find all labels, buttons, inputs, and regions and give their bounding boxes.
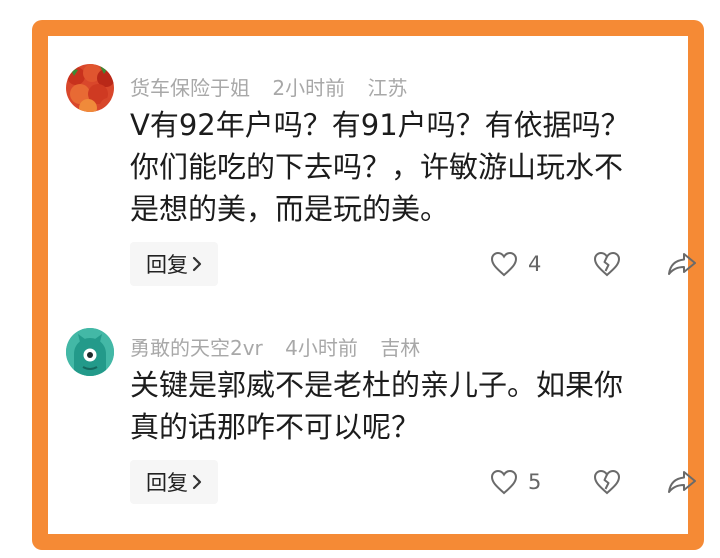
reply-button[interactable]: 回复 (130, 242, 218, 286)
comment-item: 勇敢的天空2vr 4小时前 吉林 关键是郭威不是老杜的亲儿子。如果你 真的话那咋… (64, 314, 696, 544)
comment-item: 货车保险于姐 2小时前 江苏 V有92年户吗？有91户吗？有依据吗？ 你们能吃的… (64, 52, 696, 292)
like-count: 5 (528, 470, 542, 494)
share-button[interactable] (667, 470, 697, 494)
timestamp: 4小时前 (285, 336, 358, 360)
reply-label: 回复 (146, 253, 188, 277)
comment-body-line: 你们能吃的下去吗？，许敏游山玩水不 (130, 150, 624, 184)
comment-meta: 货车保险于姐 2小时前 江苏 (130, 72, 423, 101)
timestamp: 2小时前 (272, 76, 346, 100)
avatar[interactable] (66, 328, 114, 376)
avatar-fruit-image (66, 64, 114, 112)
broken-heart-icon (593, 251, 621, 277)
reply-label: 回复 (146, 471, 188, 495)
share-button[interactable] (667, 252, 697, 276)
like-count: 4 (528, 252, 542, 276)
comment-body: V有92年户吗？有91户吗？有依据吗？ 你们能吃的下去吗？，许敏游山玩水不 是想… (130, 104, 630, 230)
comment-list: 货车保险于姐 2小时前 江苏 V有92年户吗？有91户吗？有依据吗？ 你们能吃的… (64, 52, 696, 518)
comment-meta: 勇敢的天空2vr 4小时前 吉林 (130, 332, 436, 361)
chevron-right-icon (192, 256, 202, 272)
location: 吉林 (380, 336, 421, 360)
comment-body-line: V有92年户吗？有91户吗？有依据吗？ (130, 108, 630, 142)
like-button[interactable]: 4 (490, 251, 541, 277)
highlight-frame: 货车保险于姐 2小时前 江苏 V有92年户吗？有91户吗？有依据吗？ 你们能吃的… (32, 20, 704, 550)
like-button[interactable]: 5 (490, 469, 541, 495)
comment-body: 关键是郭威不是老杜的亲儿子。如果你 真的话那咋不可以呢？ (130, 364, 623, 448)
dislike-button[interactable] (593, 251, 621, 277)
comment-body-line: 是想的美，而是玩的美。 (130, 192, 450, 226)
share-icon (668, 253, 696, 275)
heart-icon (490, 469, 518, 495)
comment-body-line: 真的话那咋不可以呢？ (130, 410, 421, 444)
location: 江苏 (367, 76, 408, 100)
heart-icon (490, 251, 518, 277)
chevron-right-icon (192, 474, 202, 490)
comment-body-line: 关键是郭威不是老杜的亲儿子。如果你 (130, 368, 624, 402)
screenshot-stage: 货车保险于姐 2小时前 江苏 V有92年户吗？有91户吗？有依据吗？ 你们能吃的… (0, 0, 720, 558)
username[interactable]: 货车保险于姐 (130, 76, 250, 100)
share-icon (668, 471, 696, 493)
dislike-button[interactable] (593, 469, 621, 495)
broken-heart-icon (593, 469, 621, 495)
avatar[interactable] (66, 64, 114, 112)
avatar-monster-image (66, 328, 114, 376)
reply-button[interactable]: 回复 (130, 460, 218, 504)
username[interactable]: 勇敢的天空2vr (130, 336, 263, 360)
